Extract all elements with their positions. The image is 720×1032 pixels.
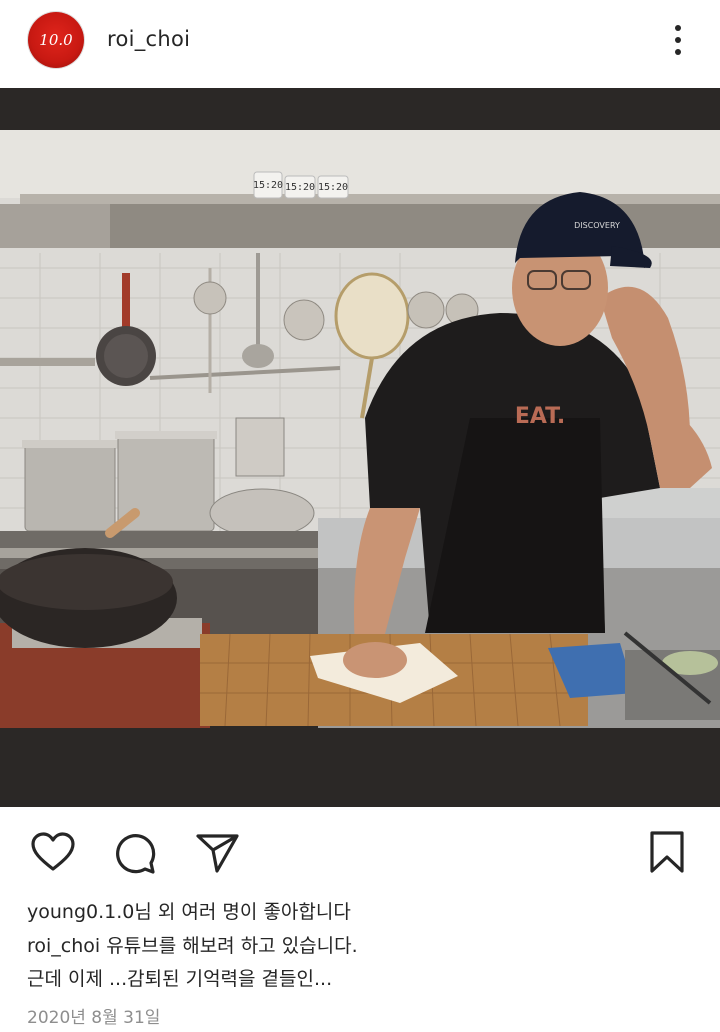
post-actions [0,807,720,895]
avatar-logo: 10.0 [39,31,73,49]
svg-text:15:20: 15:20 [285,182,315,193]
heart-icon[interactable] [30,831,76,873]
avatar[interactable]: 10.0 [28,12,84,68]
send-icon[interactable] [195,831,241,875]
post-username[interactable]: roi_choi [107,27,190,51]
more-vertical-icon[interactable] [668,24,688,56]
caption-line-1: roi_choi 유튜브를 해보려 하고 있습니다. [27,931,358,958]
caption-text: 유튜브를 해보려 하고 있습니다. [106,935,358,957]
apron-text: EAT. [515,404,565,429]
svg-text:10.0: 10.0 [39,31,73,49]
cap-logo-text: DISCOVERY [574,221,620,230]
post-header: 10.0 roi_choi [0,0,720,88]
bookmark-icon[interactable] [648,830,686,874]
svg-text:15:20: 15:20 [318,182,348,193]
caption-username[interactable]: roi_choi [27,935,100,957]
post-date: 2020년 8월 31일 [27,1008,161,1028]
svg-text:15:20: 15:20 [253,180,283,191]
post-photo[interactable]: 15:20 15:20 15:20 EAT. DISCOVERY [0,88,720,807]
caption-line-2[interactable]: 근데 이제 ...감퇴된 기억력을 곁들인... [27,964,332,991]
likes-text[interactable]: young0.1.0님 외 여러 명이 좋아합니다 [27,897,351,924]
comment-icon[interactable] [112,830,158,876]
